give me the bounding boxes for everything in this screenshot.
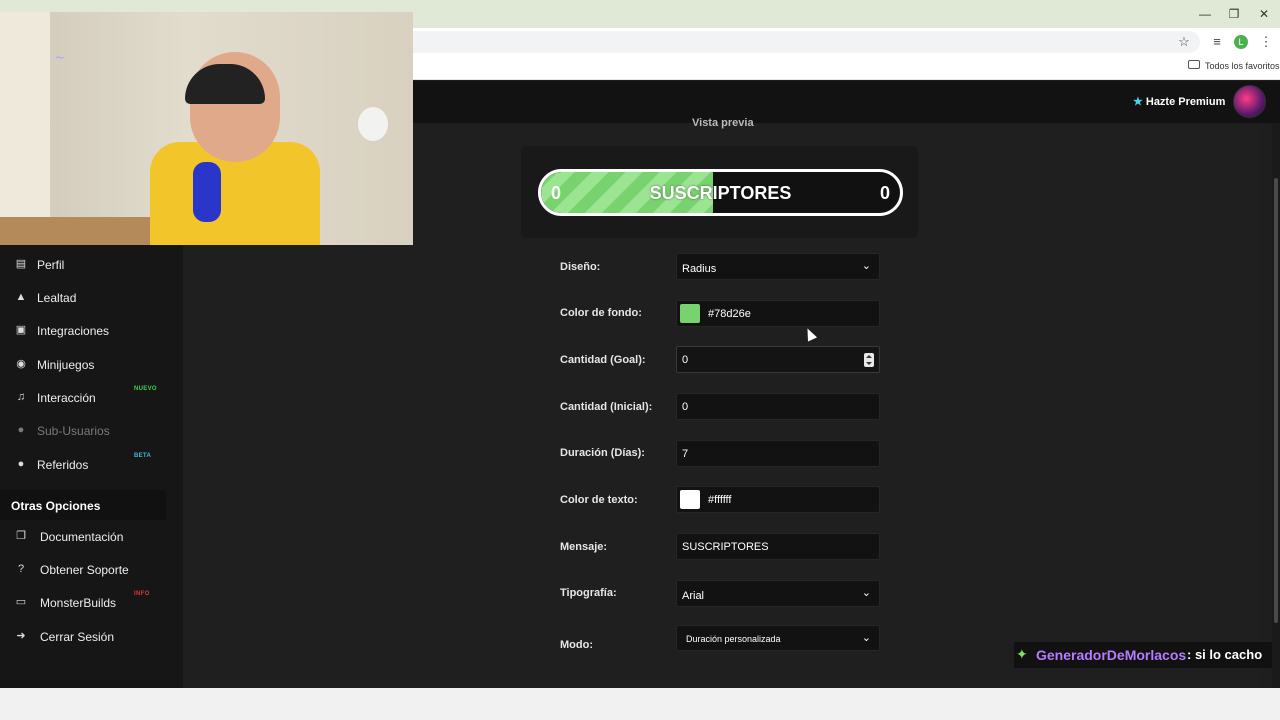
webcam-overlay: ~ bbox=[0, 12, 413, 245]
initial-amount-label: Cantidad (Inicial): bbox=[560, 401, 653, 413]
sidebar-item-label: Integraciones bbox=[37, 324, 110, 338]
sidebar-item-referidos[interactable]: ● Referidos BETA bbox=[0, 451, 166, 479]
sparkle-icon: ✦ bbox=[1016, 646, 1028, 662]
design-label: Diseño: bbox=[560, 261, 601, 273]
sidebar-item-label: Minijuegos bbox=[37, 358, 95, 372]
star-icon: ★ bbox=[1133, 96, 1143, 108]
laptop-icon: ▭ bbox=[15, 596, 27, 608]
sidebar-item-lealtad[interactable]: ▲ Lealtad bbox=[0, 284, 166, 312]
sidebar-item-label: Interacción bbox=[37, 391, 96, 405]
duration-value: 7 bbox=[682, 448, 689, 460]
sidebar-item-label: Lealtad bbox=[37, 291, 77, 305]
mode-value: Duración personalizada bbox=[686, 634, 781, 644]
new-badge: NUEVO bbox=[134, 386, 157, 392]
restore-icon[interactable]: ❐ bbox=[1219, 4, 1249, 24]
chat-message: : si lo cacho bbox=[1187, 647, 1263, 662]
goal-amount-label: Cantidad (Goal): bbox=[560, 354, 646, 366]
font-value: Arial bbox=[682, 590, 705, 602]
skeleton-decoration bbox=[358, 107, 388, 141]
media-queue-icon[interactable]: ≡ bbox=[1207, 32, 1227, 52]
message-input[interactable]: SUSCRIPTORES bbox=[676, 533, 880, 560]
design-select[interactable]: Radius ⌄ bbox=[676, 253, 880, 280]
scrollbar-thumb[interactable] bbox=[1274, 178, 1278, 623]
close-icon[interactable]: ✕ bbox=[1249, 4, 1279, 24]
bookmark-star-icon[interactable]: ☆ bbox=[1174, 32, 1194, 52]
info-badge: INFO bbox=[134, 591, 150, 597]
message-value: SUSCRIPTORES bbox=[682, 541, 769, 553]
text-color-value: #ffffff bbox=[708, 494, 732, 506]
other-options-section: Otras Opciones bbox=[0, 490, 166, 520]
sidebar-item-label: Referidos bbox=[37, 458, 89, 472]
sidebar-item-label: Cerrar Sesión bbox=[40, 630, 115, 644]
trophy-icon: ▲ bbox=[15, 291, 27, 303]
premium-label: Hazte Premium bbox=[1145, 96, 1226, 108]
neon-sign: ~ bbox=[55, 50, 65, 67]
chevron-down-icon: ⌄ bbox=[861, 632, 871, 644]
duration-input[interactable]: 7 bbox=[676, 440, 880, 467]
chevron-down-icon: ⌄ bbox=[861, 260, 871, 272]
menu-kebab-icon[interactable]: ⋮ bbox=[1256, 32, 1276, 52]
logout-icon: ➜ bbox=[16, 630, 26, 642]
mode-select[interactable]: Duración personalizada ⌄ bbox=[676, 625, 880, 651]
profile-avatar[interactable]: L bbox=[1234, 35, 1248, 49]
duration-label: Duración (Días): bbox=[560, 447, 645, 459]
beta-badge: BETA bbox=[134, 453, 152, 459]
message-label: Mensaje: bbox=[560, 541, 608, 553]
sidebar-item-label: Obtener Soporte bbox=[40, 563, 129, 577]
plug-icon: ▣ bbox=[15, 324, 27, 336]
sidebar-item-documentacion[interactable]: ❐ Documentación bbox=[0, 523, 166, 551]
text-color-label: Color de texto: bbox=[560, 494, 638, 506]
chat-username: GeneradorDeMorlacos bbox=[1036, 647, 1187, 663]
premium-link[interactable]: ★ Hazte Premium bbox=[1133, 95, 1225, 108]
goal-target: 0 bbox=[879, 183, 890, 203]
goal-amount-input[interactable]: 0 bbox=[676, 346, 880, 373]
taskbar-strip bbox=[0, 688, 1280, 720]
bg-color-value: #78d26e bbox=[708, 308, 751, 320]
minimize-icon[interactable]: — bbox=[1190, 4, 1220, 24]
sidebar-item-soporte[interactable]: ? Obtener Soporte bbox=[0, 556, 166, 584]
user-avatar[interactable] bbox=[1233, 85, 1266, 118]
font-select[interactable]: Arial ⌄ bbox=[676, 580, 880, 607]
user-group-icon: ● bbox=[17, 458, 25, 470]
sidebar-item-cerrar-sesion[interactable]: ➜ Cerrar Sesión bbox=[0, 623, 166, 651]
webcam-shelf bbox=[0, 12, 50, 245]
music-note-icon: ♫ bbox=[16, 391, 26, 403]
gamepad-icon: ◉ bbox=[16, 358, 26, 370]
section-title: Otras Opciones bbox=[11, 499, 101, 513]
microphone bbox=[193, 162, 221, 222]
folder-icon bbox=[1188, 60, 1200, 69]
users-icon: ● bbox=[17, 424, 25, 436]
number-stepper[interactable] bbox=[864, 353, 874, 367]
chevron-down-icon: ⌄ bbox=[861, 587, 871, 599]
text-color-field[interactable]: #ffffff bbox=[676, 486, 880, 513]
sidebar-item-label: Perfil bbox=[37, 258, 65, 272]
bg-color-label: Color de fondo: bbox=[560, 307, 642, 319]
preview-label: Vista previa bbox=[692, 117, 754, 129]
sidebar-item-perfil[interactable]: ▤ Perfil bbox=[0, 251, 166, 279]
sidebar-item-label: Documentación bbox=[40, 530, 124, 544]
text-color-swatch[interactable] bbox=[680, 490, 700, 509]
goal-amount-value: 0 bbox=[682, 354, 689, 366]
initial-amount-value: 0 bbox=[682, 401, 689, 413]
sidebar-item-interaccion[interactable]: ♫ Interacción NUEVO bbox=[0, 384, 166, 412]
initial-amount-input[interactable]: 0 bbox=[676, 393, 880, 420]
copy-icon: ❐ bbox=[16, 530, 26, 542]
sidebar-item-label: MonsterBuilds bbox=[40, 596, 117, 610]
mode-label: Modo: bbox=[560, 639, 593, 651]
goal-message: SUSCRIPTORES bbox=[649, 183, 792, 203]
bg-color-field[interactable]: #78d26e bbox=[676, 300, 880, 327]
sidebar-item-sub-usuarios[interactable]: ● Sub-Usuarios bbox=[0, 417, 166, 445]
goal-bar: 0 SUSCRIPTORES 0 bbox=[538, 169, 903, 216]
sidebar-item-monsterbuilds[interactable]: ▭ MonsterBuilds INFO bbox=[0, 589, 166, 617]
design-value: Radius bbox=[682, 263, 717, 275]
font-label: Tipografía: bbox=[560, 587, 617, 599]
bookmarks-folder[interactable]: Todos los favoritos bbox=[1205, 61, 1280, 71]
sidebar-item-label: Sub-Usuarios bbox=[37, 424, 110, 438]
sidebar-item-minijuegos[interactable]: ◉ Minijuegos bbox=[0, 351, 166, 379]
help-circle-icon: ? bbox=[17, 563, 25, 575]
sidebar-item-integraciones[interactable]: ▣ Integraciones bbox=[0, 317, 166, 345]
id-card-icon: ▤ bbox=[15, 258, 27, 270]
bg-color-swatch[interactable] bbox=[680, 304, 700, 323]
